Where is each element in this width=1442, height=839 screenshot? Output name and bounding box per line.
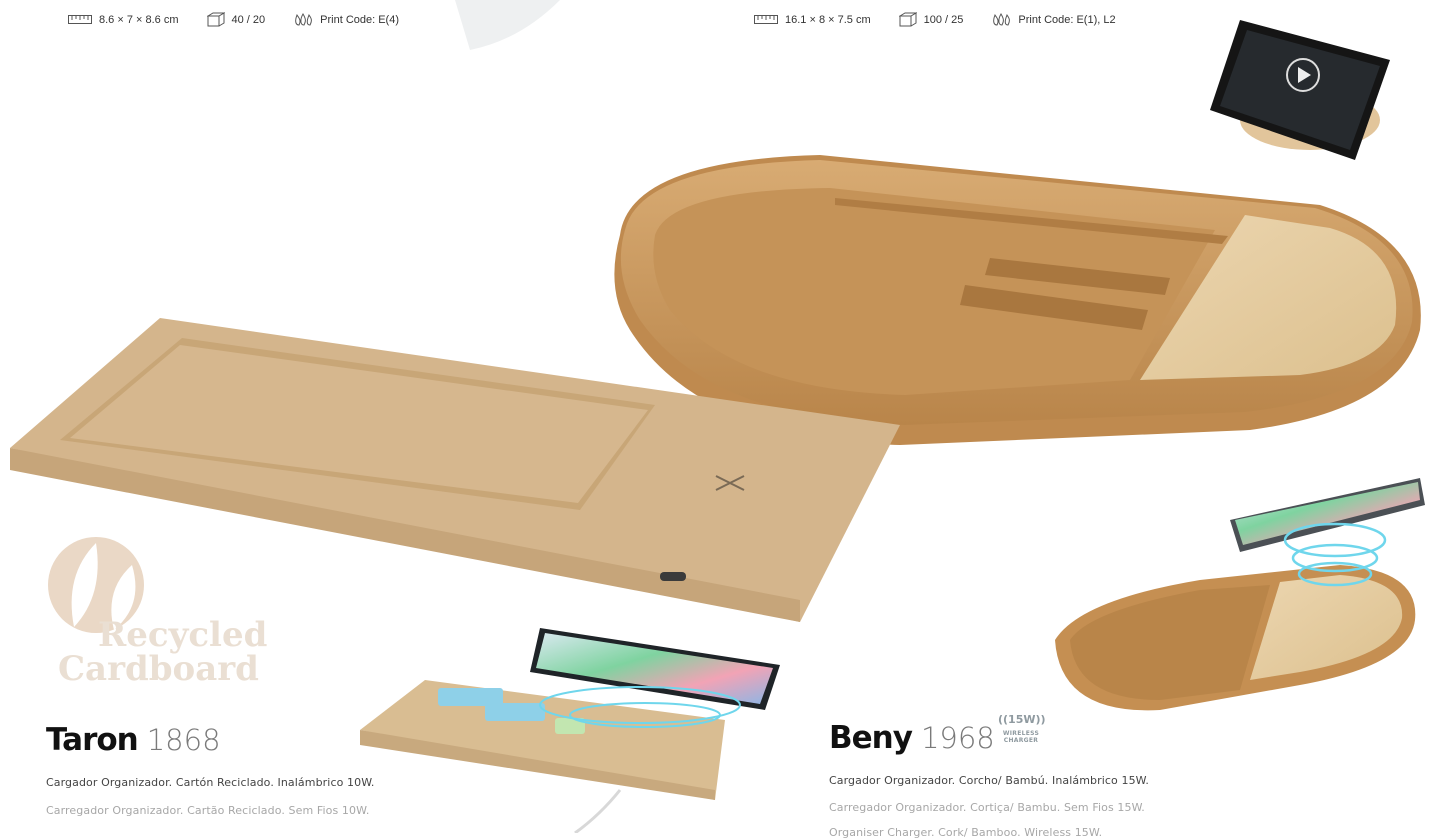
wireless-icon: ((15W)) [998,713,1046,726]
product-name: Taron [46,722,139,758]
badge-line-wireless: WIRELESS [1002,730,1040,737]
product-code: 1968 [920,721,995,755]
badge-line-charger: CHARGER [1003,737,1039,744]
logo-line-cardboard: Cardboard [58,649,259,689]
top-left-product-fragment [455,0,560,50]
phone-stand-image [1210,20,1390,160]
taron-desc-pt: Carregador Organizador. Cartão Reciclado… [46,804,370,817]
wireless-charger-badge: ((15W)) WIRELESS CHARGER [998,713,1046,744]
product-name: Beny [829,720,913,756]
beny-small-image [1055,478,1425,711]
logo-line-recycled: Recycled [98,615,268,655]
beny-title: Beny 1968 [829,720,995,756]
beny-desc-es: Cargador Organizador. Corcho/ Bambú. Ina… [829,774,1149,787]
taron-small-image [360,628,780,833]
product-images [10,0,1425,833]
beny-desc-pt: Carregador Organizador. Cortiça/ Bambu. … [829,801,1145,814]
recycled-cardboard-logo: Recycled Cardboard [40,535,270,690]
product-code: 1868 [146,723,221,757]
taron-desc-es: Cargador Organizador. Cartón Reciclado. … [46,776,375,789]
taron-title: Taron 1868 [46,722,221,758]
